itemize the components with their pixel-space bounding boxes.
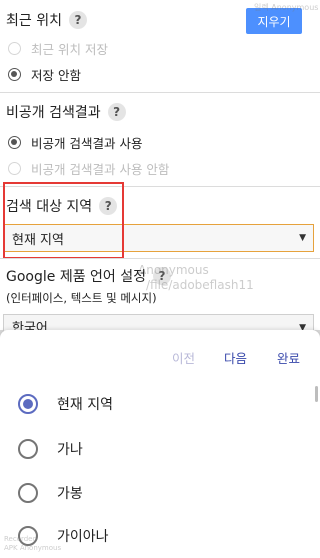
dropdown-arrow-icon: ▼ <box>299 233 306 243</box>
help-icon[interactable]: ? <box>68 11 87 29</box>
radio-dont-save[interactable]: 저장 안함 <box>8 65 81 84</box>
prev-button[interactable]: 이전 <box>172 348 195 367</box>
search-settings-page: 최근 위치 ? 지우기 일렉 Anonymous 최근 위치 저장 저장 안함 … <box>0 0 320 338</box>
recent-location-title: 최근 위치 ? <box>6 10 87 30</box>
watermark-text: 일렉 Anonymous <box>254 3 319 12</box>
radio-icon <box>8 162 21 175</box>
language-subtitle: (인터페이스, 텍스트 및 메시지) <box>6 291 157 305</box>
region-picker-sheet: 이전 다음 완료 현재 지역 가나 가봉 가이아나 Recorded APK A… <box>0 330 320 558</box>
radio-save-recent[interactable]: 최근 위치 저장 <box>8 39 108 58</box>
divider <box>0 258 320 259</box>
radio-no-private[interactable]: 비공개 검색결과 사용 안함 <box>8 159 169 178</box>
annotation-highlight-box <box>3 182 124 259</box>
radio-checked-icon <box>18 394 38 414</box>
radio-icon <box>8 42 21 55</box>
help-icon[interactable]: ? <box>107 103 126 121</box>
scrollbar[interactable] <box>315 386 318 402</box>
radio-icon <box>18 483 38 503</box>
radio-icon <box>18 439 38 459</box>
done-button[interactable]: 완료 <box>277 348 300 367</box>
divider <box>0 92 320 93</box>
picker-option[interactable]: 가나 <box>18 439 83 459</box>
picker-option[interactable]: 현재 지역 <box>18 394 113 414</box>
private-results-title: 비공개 검색결과 ? <box>6 102 126 122</box>
watermark-text: APK Anonymous <box>4 544 62 552</box>
radio-use-private[interactable]: 비공개 검색결과 사용 <box>8 133 142 152</box>
watermark-text: Anonymous <box>138 263 209 277</box>
watermark-text: /file/adobeflash11 <box>146 278 254 292</box>
radio-checked-icon <box>8 68 21 81</box>
watermark-text: Recorded <box>4 535 37 543</box>
radio-checked-icon <box>8 136 21 149</box>
picker-option[interactable]: 가봉 <box>18 483 83 503</box>
next-button[interactable]: 다음 <box>224 348 247 367</box>
